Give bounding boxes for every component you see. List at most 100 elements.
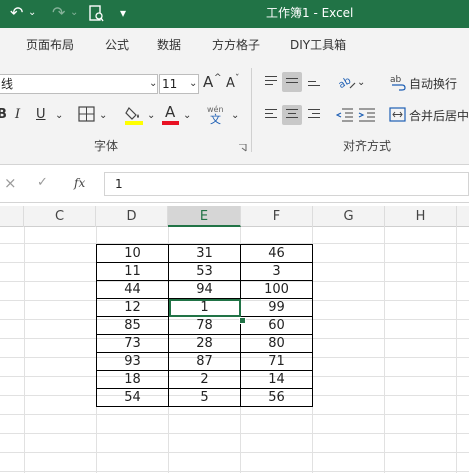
redo-dropdown-icon[interactable]: ⌄ [70, 4, 78, 22]
underline-button[interactable]: U [36, 107, 46, 123]
table-row: 11 53 3 [96, 262, 313, 281]
customize-quick-access-icon[interactable]: ▾ [120, 4, 126, 22]
font-dialog-launcher-icon[interactable] [239, 144, 247, 152]
column-header-d[interactable]: D [96, 206, 168, 227]
table-cell[interactable]: 5 [168, 388, 241, 407]
ribbon: 线 ⌄ 11 ⌄ A ^ A ˇ B I U ⌄ ⌄ ⌄ A ⌄ wén 文 ⌄… [0, 62, 469, 165]
column-header-c[interactable]: C [24, 206, 96, 227]
table-cell[interactable]: 46 [240, 244, 313, 263]
table-cell[interactable]: 80 [240, 334, 313, 353]
increase-arrow-icon: ^ [214, 73, 222, 83]
data-table: 10 31 46 11 53 3 44 94 100 12 1 99 85 78… [96, 244, 313, 407]
tab-diy-toolbox[interactable]: DIY工具箱 [290, 37, 346, 53]
table-cell[interactable]: 31 [168, 244, 241, 263]
font-color-dropdown-icon[interactable]: ⌄ [183, 108, 191, 124]
table-cell[interactable]: 44 [96, 280, 169, 299]
table-cell[interactable]: 94 [168, 280, 241, 299]
phonetic-dropdown-icon[interactable]: ⌄ [231, 108, 239, 124]
font-size-dropdown-icon[interactable]: ⌄ [189, 76, 197, 92]
tab-fangfang-grid[interactable]: 方方格子 [212, 37, 260, 53]
tab-formulas[interactable]: 公式 [105, 37, 129, 53]
underline-dropdown-icon[interactable]: ⌄ [55, 108, 63, 124]
table-cell[interactable]: 71 [240, 352, 313, 371]
tab-page-layout[interactable]: 页面布局 [26, 37, 74, 53]
table-cell[interactable]: 2 [168, 370, 241, 389]
bottom-align-button[interactable] [304, 72, 324, 92]
table-cell[interactable]: 78 [168, 316, 241, 335]
table-cell[interactable]: 12 [96, 298, 169, 317]
table-row: 73 28 80 [96, 334, 313, 353]
italic-button[interactable]: I [15, 107, 20, 123]
insert-function-icon[interactable]: fx [74, 175, 85, 191]
align-left-button[interactable] [261, 105, 281, 125]
svg-text:ab: ab [390, 75, 402, 85]
top-align-button[interactable] [261, 72, 281, 92]
table-cell[interactable]: 93 [96, 352, 169, 371]
column-header-h[interactable]: H [385, 206, 457, 227]
middle-align-button[interactable] [282, 72, 302, 92]
font-color-button[interactable]: A [165, 104, 175, 120]
enter-icon[interactable]: ✓ [37, 175, 48, 191]
tab-data[interactable]: 数据 [157, 37, 181, 53]
formula-input[interactable]: 1 [104, 172, 469, 196]
cancel-icon[interactable]: × [4, 175, 17, 191]
table-cell[interactable]: 87 [168, 352, 241, 371]
font-size-value: 11 [162, 77, 178, 91]
orientation-icon[interactable]: ab [338, 74, 356, 90]
bold-button[interactable]: B [0, 107, 7, 123]
phonetic-guide-button[interactable]: 文 [210, 112, 221, 128]
column-header-e[interactable]: E [168, 206, 241, 227]
font-name-dropdown-icon[interactable]: ⌄ [149, 76, 157, 92]
table-cell[interactable]: 3 [240, 262, 313, 281]
undo-icon[interactable]: ↶ [10, 4, 23, 22]
table-cell[interactable]: 60 [240, 316, 313, 335]
font-group-label: 字体 [94, 139, 119, 153]
undo-dropdown-icon[interactable]: ⌄ [28, 4, 36, 22]
table-cell[interactable]: 56 [240, 388, 313, 407]
table-cell[interactable]: 100 [240, 280, 313, 299]
borders-dropdown-icon[interactable]: ⌄ [99, 108, 107, 124]
font-color-swatch [162, 121, 179, 125]
merge-center-icon [389, 107, 406, 122]
decrease-indent-icon[interactable] [336, 107, 354, 123]
merge-center-button[interactable]: 合并后居中 [409, 108, 469, 124]
window-title: 工作簿1 - Excel [266, 6, 354, 20]
table-cell[interactable]: 11 [96, 262, 169, 281]
borders-icon[interactable] [78, 106, 96, 123]
table-row: 10 31 46 [96, 244, 313, 263]
table-cell[interactable]: 18 [96, 370, 169, 389]
decrease-font-size-button[interactable]: A [226, 76, 235, 92]
table-row: 44 94 100 [96, 280, 313, 299]
fill-color-icon[interactable] [125, 105, 143, 125]
table-cell[interactable]: 10 [96, 244, 169, 263]
fill-handle[interactable] [239, 317, 246, 324]
redo-icon[interactable]: ↷ [52, 4, 65, 22]
align-right-button[interactable] [304, 105, 324, 125]
align-right-icon [308, 109, 320, 121]
decrease-arrow-icon: ˇ [235, 74, 240, 84]
middle-align-icon [286, 78, 298, 86]
column-header-b[interactable] [0, 206, 24, 227]
column-header-f[interactable]: F [241, 206, 313, 227]
table-cell[interactable]: 54 [96, 388, 169, 407]
print-preview-icon[interactable] [88, 5, 104, 22]
table-cell[interactable]: 99 [240, 298, 313, 317]
table-cell[interactable]: 73 [96, 334, 169, 353]
table-row: 85 78 60 [96, 316, 313, 335]
table-cell[interactable]: 53 [168, 262, 241, 281]
orientation-dropdown-icon[interactable]: ⌄ [357, 75, 365, 91]
active-cell[interactable]: 1 [168, 298, 241, 317]
table-cell[interactable]: 28 [168, 334, 241, 353]
formula-bar: × ✓ fx 1 [0, 165, 469, 203]
fill-color-dropdown-icon[interactable]: ⌄ [147, 108, 155, 124]
align-left-icon [265, 109, 277, 121]
increase-font-size-button[interactable]: A [203, 74, 213, 90]
wrap-text-button[interactable]: 自动换行 [409, 76, 457, 92]
table-cell[interactable]: 85 [96, 316, 169, 335]
table-cell[interactable]: 14 [240, 370, 313, 389]
increase-indent-icon[interactable] [358, 107, 376, 123]
align-center-button[interactable] [282, 105, 302, 125]
align-center-icon [286, 109, 298, 121]
column-header-g[interactable]: G [313, 206, 385, 227]
font-name-box[interactable]: 线 [0, 74, 158, 94]
